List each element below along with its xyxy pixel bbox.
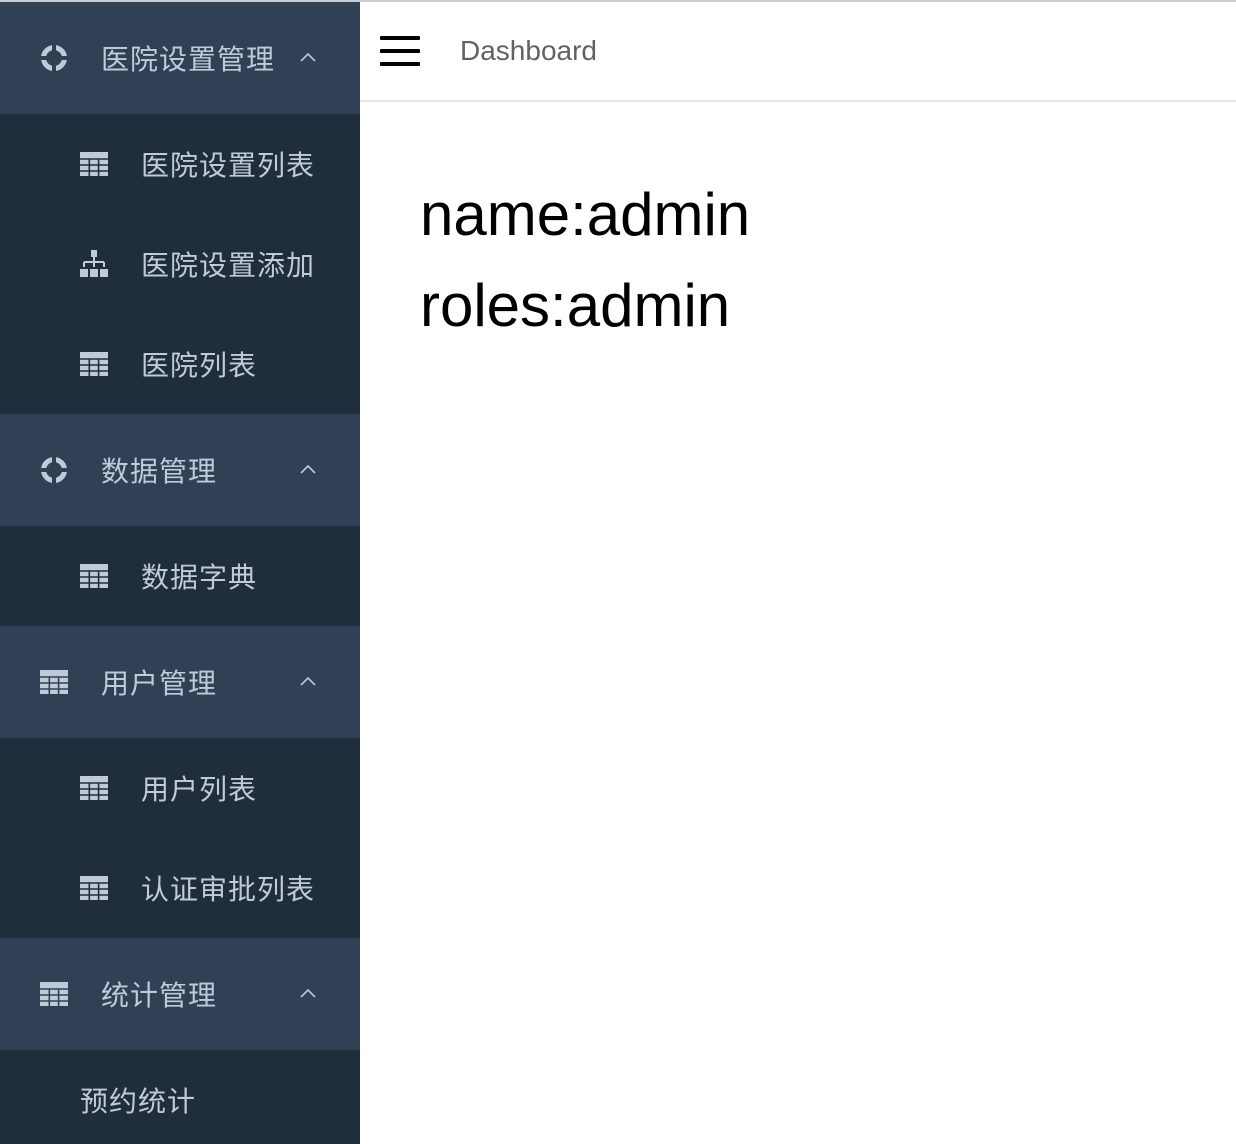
sidebar-item-hospital-settings-add[interactable]: 医院设置添加: [0, 214, 360, 314]
sidebar-group-label: 医院设置管理: [101, 43, 276, 76]
sidebar-item-label: 医院列表: [141, 349, 258, 382]
sidebar-item-label: 用户列表: [141, 773, 258, 806]
chevron-up-icon: [298, 984, 318, 1004]
sidebar-item-hospital-settings-list[interactable]: 医院设置列表: [0, 114, 360, 214]
sidebar-group-label: 数据管理: [101, 455, 218, 488]
table-icon: [80, 562, 108, 590]
table-icon: [80, 874, 108, 902]
sidebar-group-label: 统计管理: [101, 979, 218, 1012]
top-navbar: Dashboard: [360, 2, 1236, 102]
help-icon: [40, 456, 68, 484]
chevron-up-icon: [298, 460, 318, 480]
app-root: 医院设置管理 医院设置列表 医院设置添加 医院列表 数据管理 数据字典 用户管理…: [0, 0, 1236, 1144]
table-icon: [80, 774, 108, 802]
sidebar-item-auth-approval-list[interactable]: 认证审批列表: [0, 838, 360, 938]
sidebar-group-hospital-settings[interactable]: 医院设置管理: [0, 2, 360, 114]
main-content: Dashboard name:admin roles:admin: [360, 2, 1236, 1144]
sidebar-item-appointment-statistics[interactable]: 预约统计: [0, 1050, 360, 1144]
chevron-up-icon: [298, 672, 318, 692]
table-icon: [40, 668, 68, 696]
sidebar-item-label: 数据字典: [141, 561, 258, 594]
tree-icon: [80, 250, 108, 278]
sidebar-group-user-management[interactable]: 用户管理: [0, 626, 360, 738]
chevron-up-icon: [298, 48, 318, 68]
sidebar-group-data-management[interactable]: 数据管理: [0, 414, 360, 526]
table-icon: [80, 350, 108, 378]
sidebar-item-user-list[interactable]: 用户列表: [0, 738, 360, 838]
sidebar-item-label: 预约统计: [80, 1085, 197, 1118]
sidebar-group-statistics-management[interactable]: 统计管理: [0, 938, 360, 1050]
breadcrumb: Dashboard: [460, 35, 597, 66]
sidebar-item-label: 医院设置列表: [141, 149, 316, 182]
dashboard-name-text: name:admin: [420, 181, 751, 248]
help-icon: [40, 44, 68, 72]
sidebar-item-label: 医院设置添加: [141, 249, 316, 282]
sidebar-item-hospital-list[interactable]: 医院列表: [0, 314, 360, 414]
table-icon: [40, 980, 68, 1008]
sidebar-item-data-dictionary[interactable]: 数据字典: [0, 526, 360, 626]
hamburger-icon[interactable]: [380, 36, 420, 68]
table-icon: [80, 150, 108, 178]
dashboard-roles-text: roles:admin: [420, 272, 731, 339]
sidebar-item-label: 认证审批列表: [141, 873, 316, 906]
sidebar-group-label: 用户管理: [101, 667, 218, 700]
sidebar-menu: 医院设置管理 医院设置列表 医院设置添加 医院列表 数据管理 数据字典 用户管理…: [0, 2, 360, 1144]
